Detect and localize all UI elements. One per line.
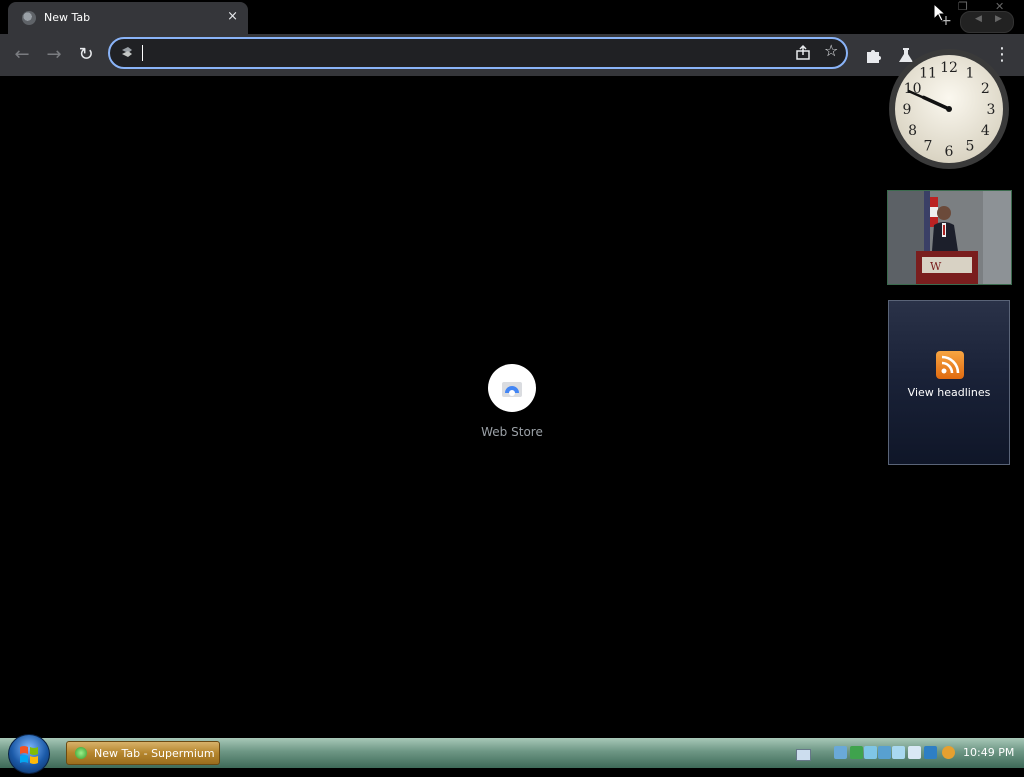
- desktop-toolbar-icon[interactable]: [796, 749, 811, 761]
- reload-button[interactable]: ↻: [74, 43, 98, 67]
- text-caret: [142, 45, 143, 61]
- extensions-puzzle-icon[interactable]: [864, 46, 882, 64]
- tab-scroll-controls: ◀ ▶: [960, 11, 1014, 33]
- feed-headlines-gadget[interactable]: View headlines: [888, 300, 1010, 465]
- search-icon[interactable]: [942, 746, 955, 759]
- globe-icon: [22, 11, 36, 25]
- taskbar-item-label: New Tab - Supermium: [94, 747, 215, 760]
- mouse-cursor-icon: [933, 3, 947, 22]
- taskbar: New Tab - Supermium 10:49 PM: [0, 734, 1024, 774]
- start-button[interactable]: [8, 734, 50, 774]
- tray-app-icon-2[interactable]: [878, 746, 891, 759]
- tab-title: New Tab: [44, 11, 91, 24]
- slideshow-gadget[interactable]: W: [887, 190, 1012, 285]
- address-input[interactable]: [140, 43, 784, 65]
- tray-app-icon-5[interactable]: [924, 746, 937, 759]
- scroll-left-icon[interactable]: ◀: [975, 14, 982, 24]
- svg-text:W: W: [930, 260, 942, 273]
- address-bar[interactable]: ☆: [108, 37, 848, 69]
- bookmark-star-icon[interactable]: ☆: [824, 41, 838, 60]
- share-icon[interactable]: [794, 44, 812, 62]
- tray-app-icon-3[interactable]: [892, 746, 905, 759]
- clock-numeral: 12: [940, 60, 958, 76]
- search-engine-icon: [122, 47, 132, 57]
- slideshow-photo: W: [888, 191, 1011, 284]
- back-button[interactable]: ←: [10, 43, 34, 67]
- supermium-icon: [75, 747, 87, 759]
- shortcut-web-store[interactable]: Web Store: [471, 364, 553, 439]
- shortcut-label: Web Store: [481, 425, 543, 439]
- new-tab-page: Web Store: [0, 76, 1024, 738]
- tray-app-icon-4[interactable]: [908, 746, 921, 759]
- shortcut-icon-circle: [488, 364, 536, 412]
- clock-numeral: 2: [981, 81, 990, 97]
- clock-numeral: 5: [966, 138, 975, 154]
- clock-numeral: 8: [908, 123, 917, 139]
- tab-strip: New Tab × + ◀ ▶ ❐ ✕: [0, 0, 1024, 34]
- clock-numeral: 9: [903, 102, 912, 118]
- security-check-icon[interactable]: [850, 746, 863, 759]
- close-window-button[interactable]: ✕: [995, 0, 1004, 13]
- tray-clock[interactable]: 10:49 PM: [963, 746, 1014, 759]
- network-icon[interactable]: [834, 746, 847, 759]
- browser-toolbar: ← → ↻ ☆ ⋮: [0, 34, 1024, 76]
- clock-numeral: 4: [981, 123, 990, 139]
- tab-new-tab[interactable]: New Tab ×: [8, 2, 248, 34]
- clock-numeral: 3: [987, 102, 996, 118]
- tray-app-icon-1[interactable]: [864, 746, 877, 759]
- rss-icon: [936, 351, 964, 379]
- clock-center-pin: [946, 106, 952, 112]
- clock-numeral: 11: [919, 66, 937, 82]
- forward-button[interactable]: →: [42, 43, 66, 67]
- scroll-right-icon[interactable]: ▶: [995, 14, 1002, 24]
- clock-numeral: 6: [945, 144, 954, 160]
- tab-close-button[interactable]: ×: [227, 9, 238, 24]
- restore-button[interactable]: ❐: [958, 0, 968, 13]
- view-headlines-link[interactable]: View headlines: [889, 386, 1009, 399]
- clock-numeral: 7: [924, 138, 933, 154]
- web-store-icon: [502, 382, 522, 397]
- clock-numeral: 1: [966, 66, 975, 82]
- taskbar-item-supermium[interactable]: New Tab - Supermium: [66, 741, 220, 765]
- windows-logo-icon: [20, 746, 38, 764]
- clock-gadget[interactable]: 12 1234567891011: [888, 48, 1010, 170]
